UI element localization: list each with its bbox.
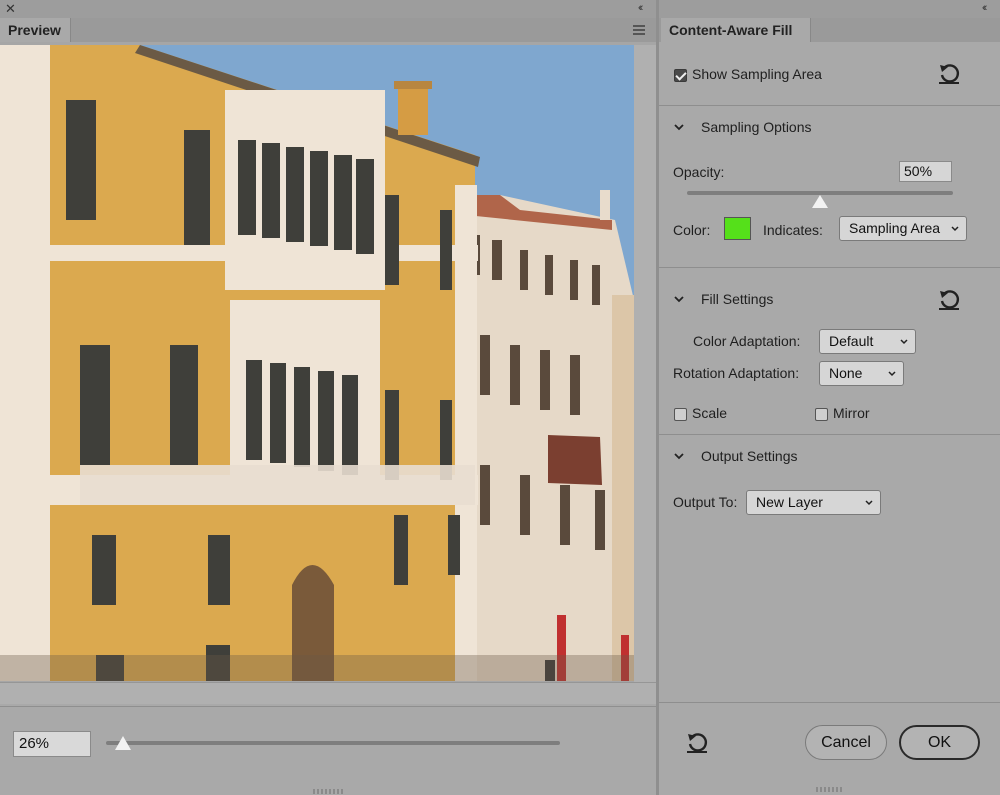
output-settings-section: Output Settings Output To: New Layer — [659, 435, 1000, 695]
window-top-strip: ✕ ‹‹ ‹‹ — [0, 0, 1000, 18]
fill-settings-section: Fill Settings Color Adaptation: Default … — [659, 268, 1000, 435]
zoom-bar: 26% — [0, 706, 656, 795]
indicates-select[interactable]: Sampling Area — [839, 216, 967, 241]
rotation-adaptation-label: Rotation Adaptation: — [673, 365, 800, 381]
scale-label: Scale — [692, 405, 728, 421]
resize-grip[interactable] — [313, 789, 343, 794]
dialog-footer: Cancel OK — [659, 702, 1000, 795]
chimney — [398, 83, 428, 135]
mirror-checkbox[interactable] — [815, 408, 828, 421]
collapse-right-panel-icon[interactable]: ‹‹ — [982, 2, 988, 14]
chevron-down-icon[interactable] — [673, 450, 685, 462]
tab-preview[interactable]: Preview — [0, 18, 71, 42]
reset-icon[interactable] — [937, 288, 961, 312]
output-settings-header[interactable]: Output Settings — [701, 448, 798, 464]
reset-icon[interactable] — [937, 62, 961, 86]
vertical-scrollbar[interactable] — [634, 45, 656, 682]
chevron-down-icon — [900, 339, 908, 345]
collapse-left-panel-icon[interactable]: ‹‹ — [638, 2, 644, 14]
ok-button[interactable]: OK — [899, 725, 980, 760]
content-aware-fill-panel: Show Sampling Area Sampling Options Opac… — [659, 42, 1000, 795]
content-aware-fill-tab-bar: Content-Aware Fill — [659, 18, 1000, 42]
sampling-options-section: Sampling Options Opacity: 50% Color: Ind… — [659, 106, 1000, 268]
color-label: Color: — [673, 222, 711, 238]
sampling-color-swatch[interactable] — [724, 217, 751, 240]
color-adaptation-label: Color Adaptation: — [693, 333, 801, 349]
preview-canvas[interactable] — [0, 42, 656, 704]
indicates-label: Indicates: — [763, 222, 823, 238]
canal-edge — [0, 655, 634, 681]
awning — [548, 435, 602, 485]
color-adaptation-value: Default — [829, 333, 874, 349]
scale-checkbox[interactable] — [674, 408, 687, 421]
cancel-button[interactable]: Cancel — [805, 725, 887, 760]
sampling-options-header[interactable]: Sampling Options — [701, 119, 812, 135]
close-icon[interactable]: ✕ — [5, 1, 16, 17]
chevron-down-icon — [888, 371, 896, 377]
zoom-slider-track[interactable] — [106, 741, 560, 745]
output-to-select[interactable]: New Layer — [746, 490, 881, 515]
show-sampling-section: Show Sampling Area — [659, 42, 1000, 106]
color-adaptation-select[interactable]: Default — [819, 329, 916, 354]
indicates-value: Sampling Area — [849, 220, 941, 236]
chevron-down-icon — [951, 226, 959, 232]
mirror-label: Mirror — [833, 405, 870, 421]
opacity-input[interactable]: 50% — [899, 161, 952, 182]
rotation-adaptation-select[interactable]: None — [819, 361, 904, 386]
zoom-input[interactable]: 26% — [13, 731, 91, 757]
resize-grip[interactable] — [816, 787, 844, 792]
chevron-down-icon[interactable] — [673, 121, 685, 133]
fill-settings-header[interactable]: Fill Settings — [701, 291, 773, 307]
chevron-down-icon[interactable] — [673, 293, 685, 305]
preview-image — [0, 45, 634, 681]
output-to-value: New Layer — [756, 494, 823, 510]
reset-icon[interactable] — [685, 731, 709, 755]
show-sampling-area-checkbox[interactable] — [674, 69, 687, 82]
tab-content-aware-fill[interactable]: Content-Aware Fill — [661, 18, 811, 42]
balcony — [80, 465, 475, 505]
chevron-down-icon — [865, 500, 873, 506]
horizontal-scrollbar[interactable] — [0, 682, 656, 704]
opacity-slider-thumb[interactable] — [812, 195, 828, 208]
output-to-label: Output To: — [673, 494, 738, 510]
rotation-adaptation-value: None — [829, 365, 863, 381]
panel-menu-icon[interactable] — [633, 25, 645, 35]
zoom-slider-thumb[interactable] — [115, 736, 131, 750]
preview-tab-bar: Preview — [0, 18, 656, 42]
opacity-label: Opacity: — [673, 164, 725, 180]
show-sampling-area-label: Show Sampling Area — [692, 66, 822, 82]
